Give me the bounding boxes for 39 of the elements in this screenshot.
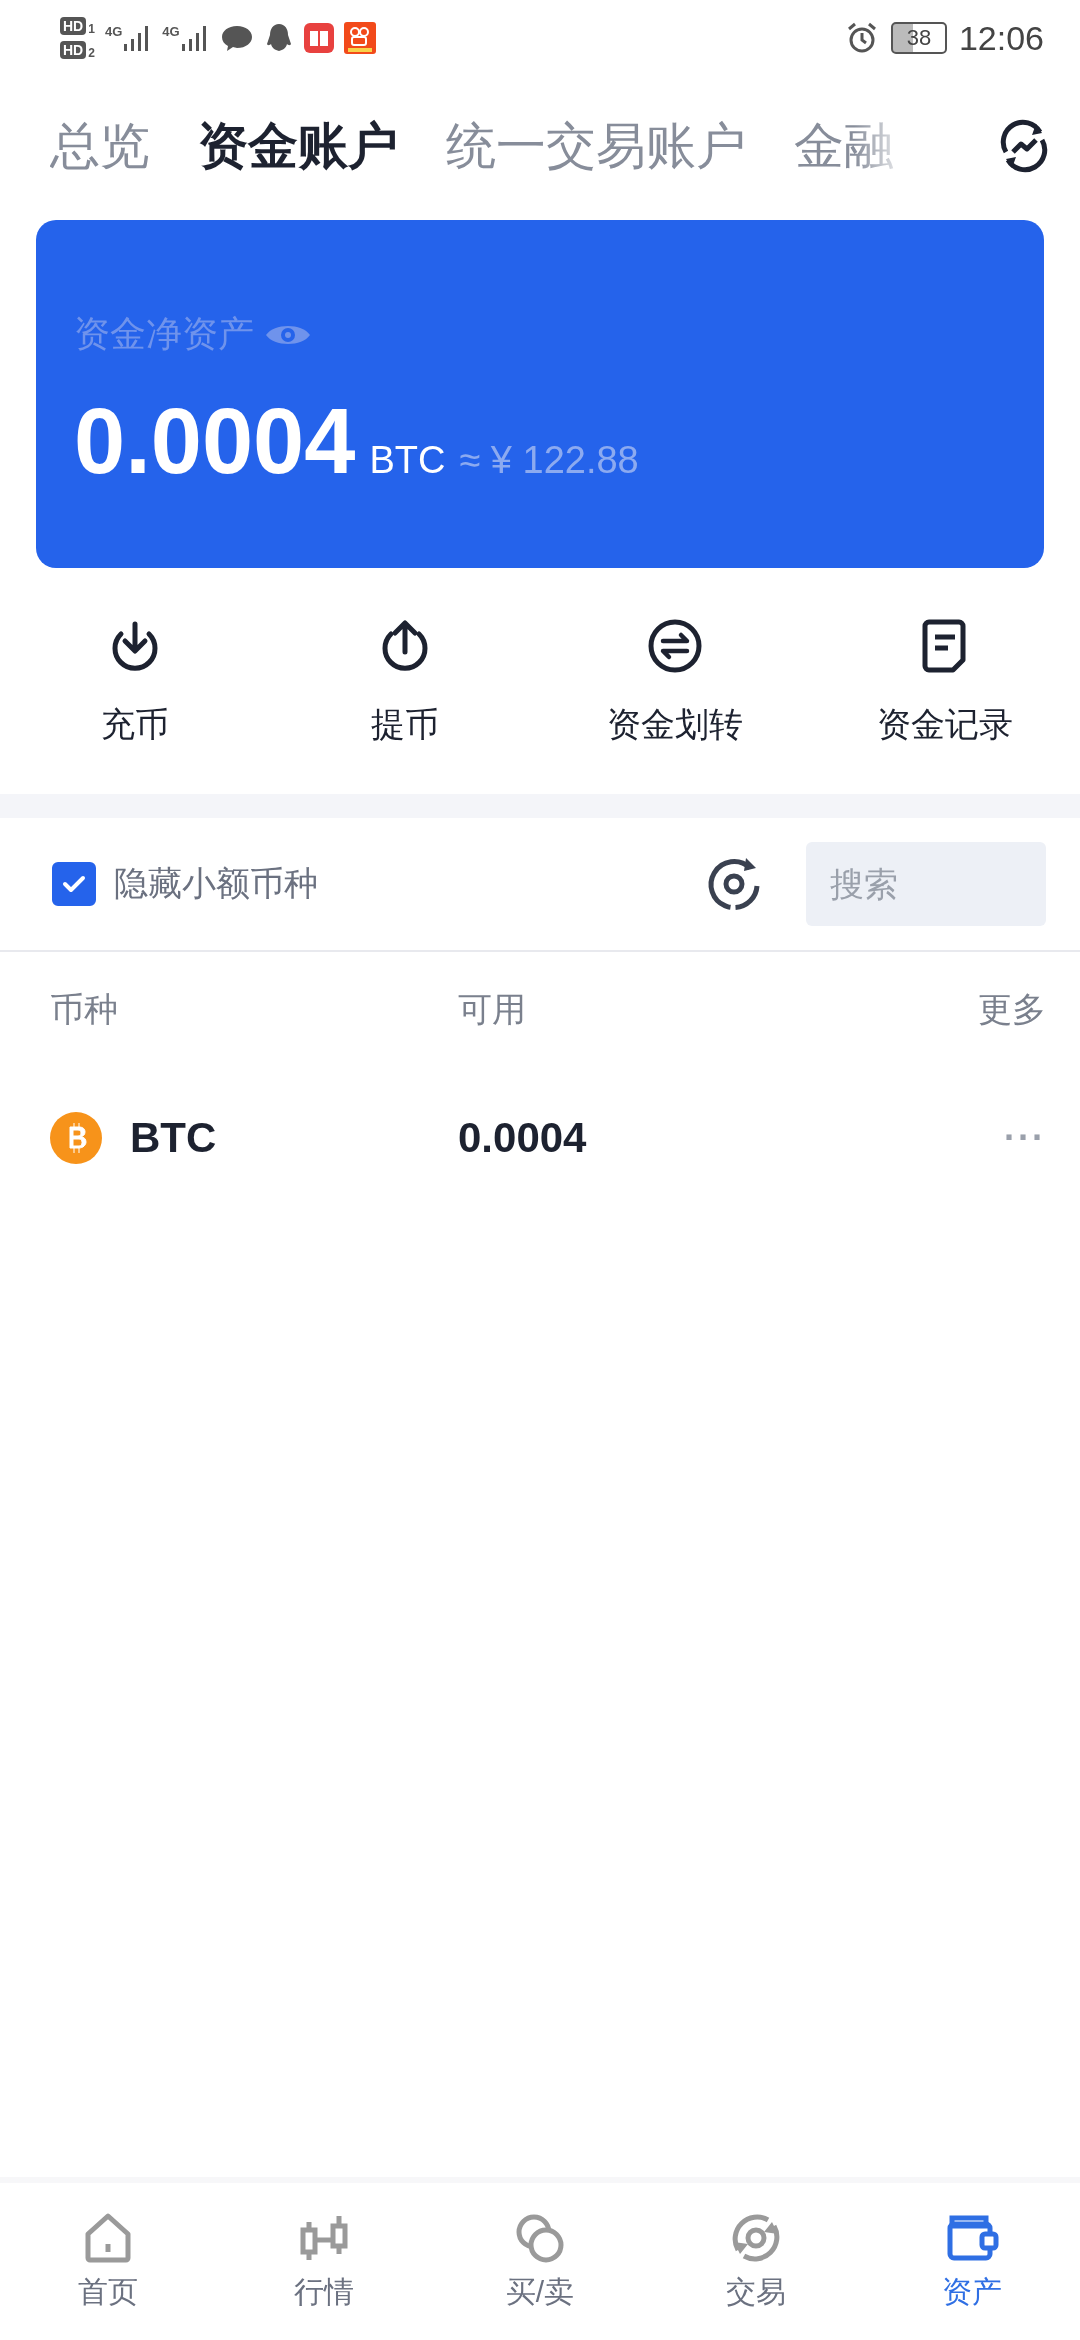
balance-amount: 0.0004 [74,395,356,487]
balance-unit: BTC [369,439,446,482]
action-button[interactable]: 提币 [371,618,439,748]
action-button[interactable]: 资金划转 [607,618,743,748]
sim-number: 2 [88,47,95,59]
action-button[interactable]: 充币 [101,618,169,748]
balance-label: 资金净资产 [74,312,254,356]
account-tab[interactable]: 资金账户 [198,112,398,180]
column-header: 更多 [978,989,1046,1030]
account-tab[interactable]: 金融 [794,112,894,180]
nav-tab[interactable]: 行情 [294,2210,354,2313]
available-amount: 0.0004 [458,1114,588,1162]
hd-indicator: HD [60,41,87,59]
battery-icon: 38 [890,22,947,54]
search-field[interactable]: 搜索 [806,842,1046,926]
bitcoin-icon [50,1112,102,1164]
column-header: 币种 [50,989,119,1030]
account-tab[interactable]: 统一交易账户 [446,112,746,180]
video-app-icon [343,22,376,54]
clock-time: 12:06 [958,18,1044,58]
checkbox[interactable] [52,862,96,906]
account-tab[interactable]: 总览 [50,112,150,180]
nav-tab[interactable]: 交易 [726,2210,786,2313]
fiat-value: ≈ ¥ 122.88 [459,439,639,482]
book-app-icon [303,23,334,53]
more-button[interactable]: ··· [1004,1117,1046,1159]
sim-number: 1 [88,23,95,35]
chat-bubble-icon [219,23,254,53]
nav-tab[interactable]: 首页 [78,2210,138,2313]
network-type: 4G [162,24,180,39]
action-button[interactable]: 资金记录 [877,618,1013,748]
network-type: 4G [104,24,123,39]
nav-tab[interactable]: 资产 [942,2210,1002,2313]
nav-tab[interactable]: 买/卖 [505,2210,575,2313]
coin-name: BTC [130,1114,217,1162]
transfer-icon [647,618,703,674]
checkbox-label[interactable]: 隐藏小额币种 [114,861,318,907]
column-header: 可用 [458,989,527,1030]
hd-indicator: HD [60,17,87,35]
